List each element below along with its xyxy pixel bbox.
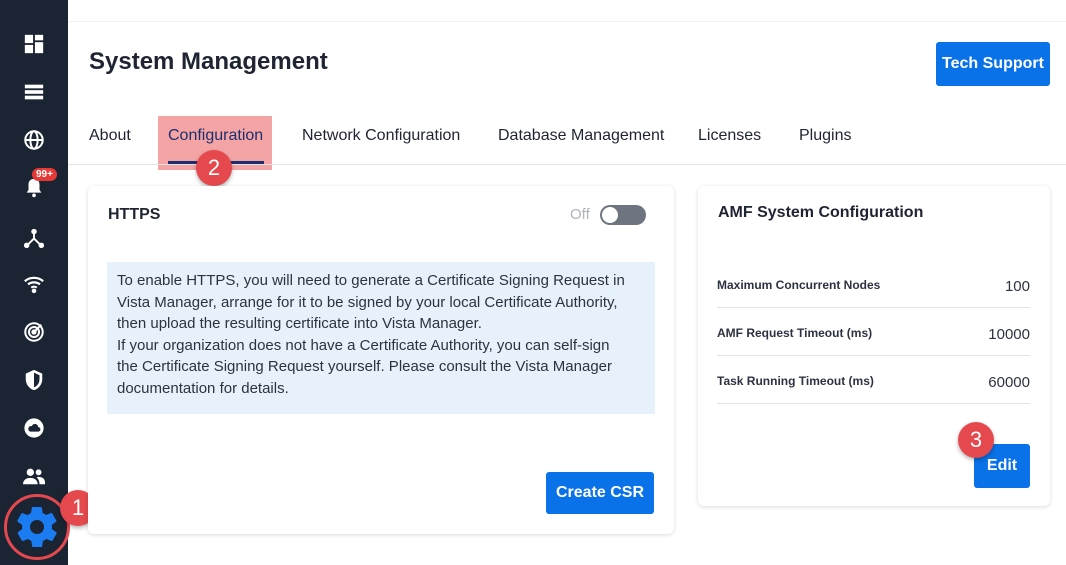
tab-database-management[interactable]: Database Management [498,127,664,145]
amf-row-max-nodes: Maximum Concurrent Nodes 100 [717,260,1030,308]
amf-row-request-timeout: AMF Request Timeout (ms) 10000 [717,308,1030,356]
tab-about[interactable]: About [89,127,131,145]
https-toggle-label: Off [570,206,590,223]
amf-config-title: AMF System Configuration [718,204,924,221]
amf-row-label: Task Running Timeout (ms) [717,374,874,388]
amf-config-card: AMF System Configuration Maximum Concurr… [698,186,1050,506]
globe-icon[interactable] [22,128,46,152]
toggle-knob [602,207,618,223]
topology-icon[interactable] [22,226,46,250]
https-title: HTTPS [108,206,161,223]
info-line: If your organization does not have a Cer… [117,336,610,354]
info-line: then upload the resulting certificate in… [117,315,482,332]
amf-row-label: Maximum Concurrent Nodes [717,278,881,292]
tech-support-button[interactable]: Tech Support [936,42,1050,86]
info-line: documentation for details. [117,379,289,397]
gear-icon[interactable] [10,500,64,554]
info-line: Vista Manager, arrange for it to be sign… [117,293,618,311]
tab-network-configuration[interactable]: Network Configuration [302,127,460,145]
step-marker-2: 2 [196,150,232,186]
dashboard-icon[interactable] [22,32,46,56]
notification-badge: 99+ [32,168,57,181]
sidebar: 99+ [0,0,70,565]
top-strip [68,0,1066,22]
page-title: System Management [89,48,328,75]
amf-row-label: AMF Request Timeout (ms) [717,326,873,340]
step-marker-3: 3 [958,422,994,458]
info-line: To enable HTTPS, you will need to genera… [117,272,625,289]
tab-configuration[interactable]: Configuration [168,127,263,145]
radar-icon[interactable] [22,320,46,344]
users-icon[interactable] [22,464,46,488]
info-line: the Certificate Signing Request yourself… [117,358,612,375]
shield-icon[interactable] [22,368,46,392]
amf-row-value: 100 [1004,278,1030,295]
https-card: HTTPS Off To enable HTTPS, you will need… [88,186,674,534]
wifi-icon[interactable] [22,272,46,296]
create-csr-button[interactable]: Create CSR [546,472,654,514]
cloud-icon[interactable] [22,416,46,440]
tab-plugins[interactable]: Plugins [799,127,851,145]
tab-licenses[interactable]: Licenses [698,127,761,145]
list-icon[interactable] [22,80,46,104]
amf-row-value: 10000 [988,326,1030,343]
https-info-box: To enable HTTPS, you will need to genera… [107,262,655,414]
amf-row-task-timeout: Task Running Timeout (ms) 60000 [717,356,1030,404]
amf-row-value: 60000 [988,374,1030,391]
https-toggle[interactable] [600,205,646,225]
